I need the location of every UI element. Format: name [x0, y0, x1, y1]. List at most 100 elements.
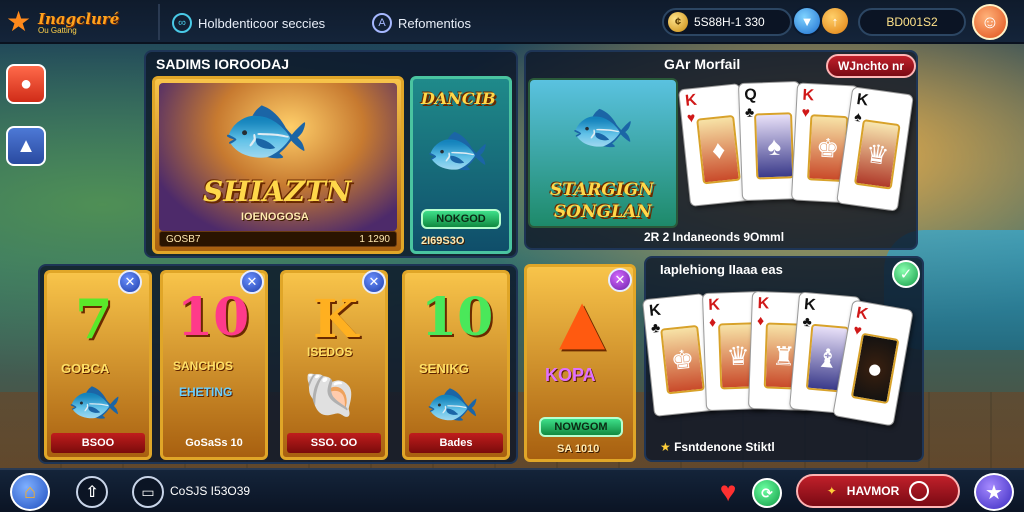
filter-icon: ▼	[800, 13, 814, 29]
up-arrow-button[interactable]: ⇧	[76, 476, 108, 508]
slot-name-1: GOBCA	[61, 361, 110, 376]
fish-icon: 🐟	[570, 98, 635, 156]
face-card-art: ♦	[696, 114, 741, 185]
face-card-art: ♠	[754, 112, 795, 180]
progress-right-value: 1 1290	[359, 233, 390, 245]
card-rank: K	[854, 304, 870, 324]
action-button[interactable]: ✦ HAVMOR	[796, 474, 960, 508]
arrow-up-icon: ▲	[559, 287, 606, 357]
heart-icon: ♥	[719, 476, 737, 507]
card-game-top-panel: GAr Morfail WJnchto nr 🐟 STARGIGN SONGLA…	[524, 50, 918, 250]
feature-slot-button[interactable]: NOWGOM	[539, 417, 623, 437]
side-game-button-label: NOKGOD	[436, 213, 486, 225]
user-avatar-icon: ☺	[980, 11, 1000, 32]
slot-card-3[interactable]: K ISEDOS 🐚 SSO. OO	[280, 270, 388, 460]
fish-icon: 🐟	[425, 379, 480, 428]
slot-card-4[interactable]: 10 SENIKG 🐟 Bades	[402, 270, 510, 460]
slot-symbol-4: 10	[421, 287, 494, 348]
card-game-bottom-panel: Iaplehiong IIaaa eas ✓ K ♣ ♚ K ♦ ♛ K ♦ ♜ K ♣…	[642, 256, 924, 462]
slot-name-4: SENIKG	[419, 361, 469, 376]
featured-title: SADIMS IOROODAJ	[156, 56, 290, 72]
fish-icon: 🐟	[67, 377, 122, 426]
side-game-value: 2I69S3O	[421, 235, 465, 247]
close-icon[interactable]: ✕	[118, 270, 142, 294]
card-rank: K	[648, 301, 662, 320]
slot-price-1-label: BSOO	[81, 437, 115, 449]
wallet-button[interactable]: ▭	[132, 476, 164, 508]
toggle-icon	[909, 481, 930, 501]
filter-button[interactable]: ▼	[792, 6, 822, 36]
nav-item-2[interactable]: A Refomentios	[372, 10, 471, 36]
seal-icon: ✦	[826, 484, 837, 498]
card-rank: K	[708, 296, 721, 314]
shirt-button[interactable]: ▲	[6, 126, 46, 166]
slot-price-3: SSO. OO	[287, 433, 381, 453]
avatar[interactable]: ☺	[972, 4, 1008, 40]
card-rank: K	[803, 296, 817, 314]
home-icon: ⌂	[23, 480, 37, 503]
balance-value: CoSJS I53O39	[170, 484, 251, 498]
diamond-icon: ♦	[708, 313, 717, 330]
slot-symbol-3: K	[313, 289, 359, 350]
nav-item-1-label: Holbdenticoor seccies	[198, 15, 326, 31]
slot-card-1[interactable]: 7 GOBCA 🐟 BSOO	[44, 270, 152, 460]
close-icon[interactable]: ✕	[608, 268, 632, 292]
card-rank: Q	[744, 86, 758, 104]
card-rank: K	[855, 91, 870, 110]
app-logo[interactable]: ★ Inagcluré Ou Gatting	[6, 4, 156, 40]
arrow-up-icon: ⇧	[85, 484, 99, 501]
slot-symbol-1: 7	[75, 287, 113, 351]
gem-value: BD001S2	[886, 15, 938, 29]
slot-sub-2: EHETING	[179, 385, 233, 399]
card-game-top-art[interactable]: 🐟 STARGIGN SONGLAN	[528, 78, 678, 228]
nav-item-1[interactable]: ∞ Holbdenticoor seccies	[172, 10, 325, 36]
chat-icon: ●	[19, 72, 33, 95]
side-game-card[interactable]: DANCIB 🐟 NOKGOD 2I69S3O	[410, 76, 512, 254]
main-game-subtitle: IOENOGOSA	[241, 211, 309, 223]
featured-panel: SADIMS IOROODAJ 🐟 SHIAZTN IOENOGOSA GOSB…	[144, 50, 518, 258]
favorites-button[interactable]: ★	[974, 473, 1014, 511]
heart-icon: ♥	[801, 103, 811, 121]
shell-icon: 🐚	[303, 371, 358, 420]
club-icon: ♣	[650, 318, 661, 336]
slot-card-2[interactable]: 10 SANCHOS EHETING GoSaSs 10	[160, 270, 268, 460]
spade-icon: ♠	[853, 107, 863, 125]
club-icon: ♣	[744, 103, 755, 120]
main-game-progress: GOSB7 1 1290	[159, 231, 397, 247]
logo-text: Inagcluré Ou Gatting	[38, 10, 119, 35]
card-game-bottom-footer: ★ Fsntdenone Stiktl	[660, 440, 775, 454]
progress-left-value: GOSB7	[166, 233, 201, 245]
top-bar: ★ Inagcluré Ou Gatting ∞ Holbdenticoor s…	[0, 0, 1024, 44]
slot-price-3-label: SSO. OO	[310, 437, 358, 449]
fish-icon: 🐟	[221, 90, 311, 170]
card-game-top-art-sub: SONGLAN	[554, 202, 652, 222]
star-icon: ★	[660, 440, 675, 454]
link-icon: ∞	[172, 13, 192, 33]
heart-button[interactable]: ♥	[712, 476, 744, 508]
slot-row-panel: 7 GOBCA 🐟 BSOO ✕ 10 SANCHOS EHETING GoSa…	[38, 264, 518, 464]
side-game-button[interactable]: NOKGOD	[421, 209, 501, 229]
card-rank: K	[684, 91, 698, 110]
feature-slot-button-label: NOWGOM	[554, 421, 608, 433]
slot-symbol-2: 10	[177, 287, 250, 348]
slot-price-2: GoSaSs 10	[167, 433, 261, 453]
card-game-top-tag[interactable]: WJnchto nr	[826, 54, 916, 78]
chat-button[interactable]: ●	[6, 64, 46, 104]
a-badge-icon: A	[372, 13, 392, 33]
close-icon[interactable]: ✕	[362, 270, 386, 294]
check-icon[interactable]: ✓	[892, 260, 920, 288]
card-game-top-tag-label: WJnchto nr	[838, 59, 904, 73]
gem-balance[interactable]: BD001S2	[858, 8, 966, 36]
coin-balance[interactable]: ¢ 5S88H-1 330	[662, 8, 792, 36]
refresh-button[interactable]: ⟳	[752, 478, 782, 508]
close-icon[interactable]: ✕	[240, 270, 264, 294]
upgrade-button[interactable]: ↑	[822, 8, 848, 34]
main-game-art: 🐟 SHIAZTN IOENOGOSA	[159, 83, 397, 231]
star-logo-icon: ★	[6, 6, 32, 37]
logo-sub-text: Ou Gatting	[38, 25, 77, 35]
main-game-card[interactable]: 🐟 SHIAZTN IOENOGOSA GOSB7 1 1290	[152, 76, 404, 254]
diamond-icon: ♦	[756, 312, 765, 329]
coin-icon: ¢	[668, 12, 688, 32]
home-button[interactable]: ⌂	[10, 473, 50, 511]
feature-slot-card[interactable]: ▲ KOPA NOWGOM SA 1010	[524, 264, 636, 462]
